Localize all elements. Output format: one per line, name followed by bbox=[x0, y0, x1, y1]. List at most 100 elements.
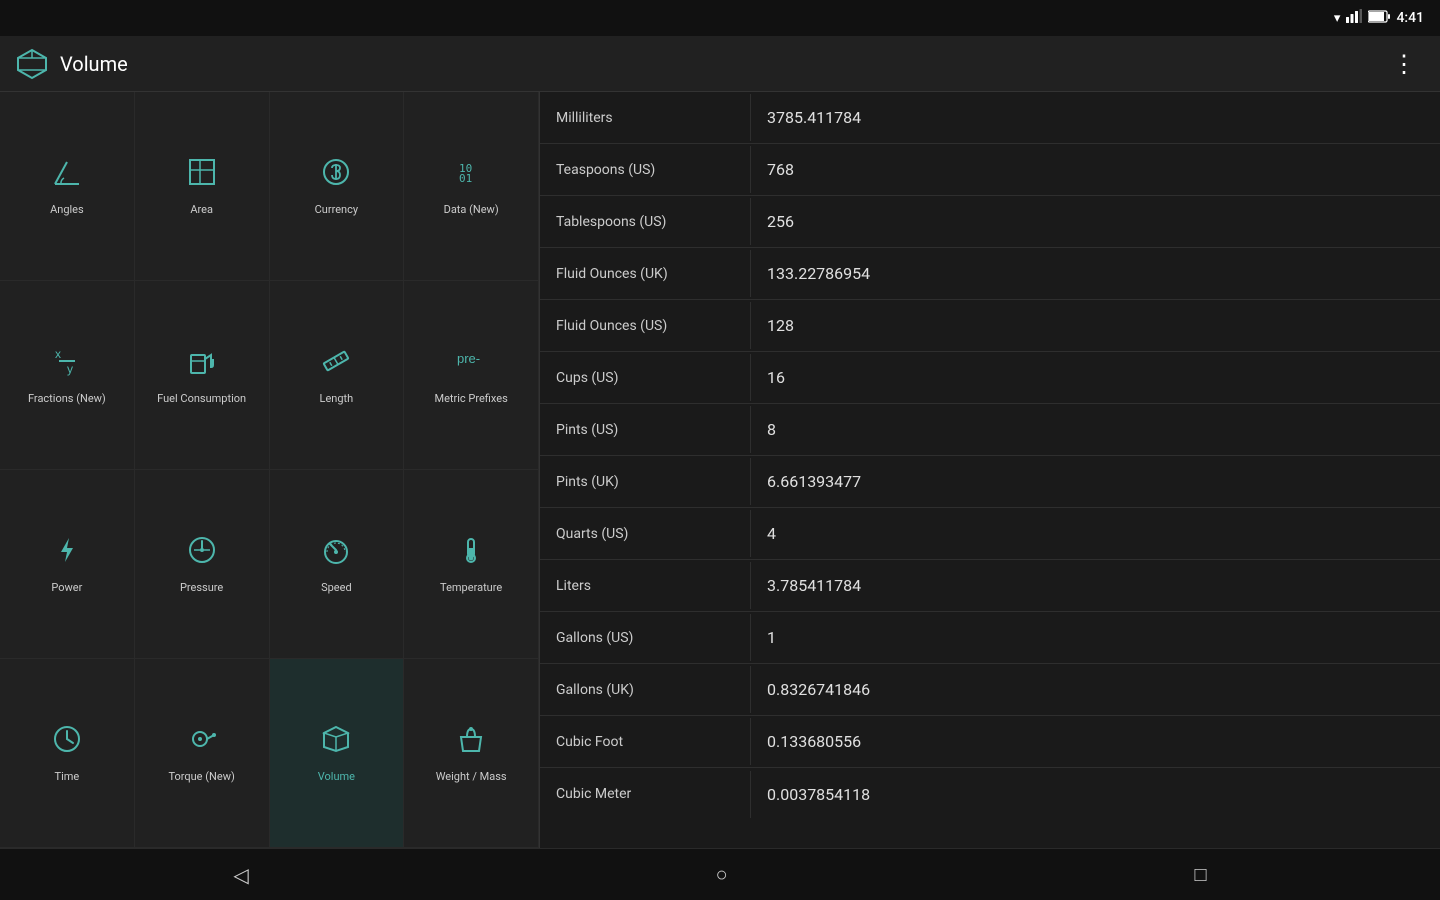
app-bar: Volume ⋮ bbox=[0, 36, 1440, 92]
volume-icon bbox=[320, 723, 352, 762]
sidebar-item-area[interactable]: Area bbox=[135, 92, 270, 281]
currency-label: Currency bbox=[315, 203, 358, 216]
time-label: Time bbox=[55, 770, 80, 783]
currency-icon bbox=[320, 156, 352, 195]
menu-button[interactable]: ⋮ bbox=[1384, 42, 1424, 86]
table-row[interactable]: Liters3.785411784 bbox=[540, 560, 1440, 612]
pressure-label: Pressure bbox=[180, 581, 223, 594]
power-label: Power bbox=[51, 581, 82, 594]
results-panel[interactable]: Milliliters3785.411784Teaspoons (US)768T… bbox=[540, 92, 1440, 848]
table-row[interactable]: Quarts (US)4 bbox=[540, 508, 1440, 560]
table-row[interactable]: Milliliters3785.411784 bbox=[540, 92, 1440, 144]
angles-label: Angles bbox=[50, 203, 84, 216]
conversion-label: Pints (US) bbox=[540, 408, 750, 452]
wifi-icon: ▾ bbox=[1334, 11, 1341, 26]
metric-icon: pre- bbox=[455, 345, 487, 384]
conversion-label: Quarts (US) bbox=[540, 512, 750, 556]
sidebar-item-fuel[interactable]: Fuel Consumption bbox=[135, 281, 270, 470]
sidebar-item-fractions[interactable]: x y Fractions (New) bbox=[0, 281, 135, 470]
speed-icon bbox=[320, 534, 352, 573]
conversion-label: Gallons (UK) bbox=[540, 668, 750, 712]
temperature-label: Temperature bbox=[440, 581, 502, 594]
table-row[interactable]: Pints (US)8 bbox=[540, 404, 1440, 456]
power-icon bbox=[51, 534, 83, 573]
fuel-label: Fuel Consumption bbox=[157, 392, 246, 405]
conversion-value: 8 bbox=[750, 406, 1440, 453]
table-row[interactable]: Pints (UK)6.661393477 bbox=[540, 456, 1440, 508]
home-button[interactable]: ○ bbox=[684, 854, 760, 895]
conversion-value: 16 bbox=[750, 354, 1440, 401]
table-row[interactable]: Cubic Meter0.0037854118 bbox=[540, 768, 1440, 820]
conversion-label: Liters bbox=[540, 564, 750, 608]
table-row[interactable]: Fluid Ounces (UK)133.22786954 bbox=[540, 248, 1440, 300]
status-bar: ▾ 4:41 bbox=[0, 0, 1440, 36]
conversion-value: 3785.411784 bbox=[750, 94, 1440, 141]
conversion-value: 768 bbox=[750, 146, 1440, 193]
table-row[interactable]: Tablespoons (US)256 bbox=[540, 196, 1440, 248]
sidebar-item-metric[interactable]: pre- Metric Prefixes bbox=[404, 281, 539, 470]
conversion-value: 4 bbox=[750, 510, 1440, 557]
sidebar-item-pressure[interactable]: Pressure bbox=[135, 470, 270, 659]
conversion-label: Pints (UK) bbox=[540, 460, 750, 504]
sidebar-item-time[interactable]: Time bbox=[0, 659, 135, 848]
length-label: Length bbox=[320, 392, 354, 405]
conversion-label: Milliliters bbox=[540, 96, 750, 140]
conversion-label: Fluid Ounces (US) bbox=[540, 304, 750, 348]
sidebar-item-power[interactable]: Power bbox=[0, 470, 135, 659]
time-icon bbox=[51, 723, 83, 762]
conversion-label: Cubic Foot bbox=[540, 720, 750, 764]
conversion-label: Gallons (US) bbox=[540, 616, 750, 660]
conversion-value: 3.785411784 bbox=[750, 562, 1440, 609]
conversion-label: Teaspoons (US) bbox=[540, 148, 750, 192]
area-icon bbox=[186, 156, 218, 195]
category-sidebar: Angles Area Currency bbox=[0, 92, 540, 848]
conversion-value: 0.133680556 bbox=[750, 718, 1440, 765]
torque-label: Torque (New) bbox=[168, 770, 234, 783]
metric-label: Metric Prefixes bbox=[434, 392, 507, 405]
conversion-label: Cubic Meter bbox=[540, 772, 750, 816]
weight-label: Weight / Mass bbox=[436, 770, 507, 783]
sidebar-item-data[interactable]: 10 01 Data (New) bbox=[404, 92, 539, 281]
svg-text:x: x bbox=[55, 347, 61, 361]
sidebar-item-torque[interactable]: Torque (New) bbox=[135, 659, 270, 848]
area-label: Area bbox=[190, 203, 213, 216]
sidebar-item-temperature[interactable]: Temperature bbox=[404, 470, 539, 659]
table-row[interactable]: Teaspoons (US)768 bbox=[540, 144, 1440, 196]
sidebar-item-length[interactable]: Length bbox=[270, 281, 405, 470]
conversion-value: 1 bbox=[750, 614, 1440, 661]
temperature-icon bbox=[455, 534, 487, 573]
back-button[interactable]: ◁ bbox=[201, 855, 280, 895]
conversion-value: 0.0037854118 bbox=[750, 771, 1440, 818]
table-row[interactable]: Cubic Foot0.133680556 bbox=[540, 716, 1440, 768]
battery-icon bbox=[1368, 10, 1390, 27]
table-row[interactable]: Fluid Ounces (US)128 bbox=[540, 300, 1440, 352]
angles-icon bbox=[51, 156, 83, 195]
data-icon: 10 01 bbox=[455, 156, 487, 195]
table-row[interactable]: Gallons (US)1 bbox=[540, 612, 1440, 664]
svg-text:01: 01 bbox=[459, 172, 472, 185]
fractions-icon: x y bbox=[51, 345, 83, 384]
app-logo bbox=[16, 48, 48, 80]
fuel-icon bbox=[186, 345, 218, 384]
sidebar-item-angles[interactable]: Angles bbox=[0, 92, 135, 281]
svg-text:pre-: pre- bbox=[457, 351, 480, 366]
sidebar-item-weight[interactable]: Weight / Mass bbox=[404, 659, 539, 848]
bottom-nav: ◁ ○ □ bbox=[0, 848, 1440, 900]
conversion-label: Tablespoons (US) bbox=[540, 200, 750, 244]
table-row[interactable]: Gallons (UK)0.8326741846 bbox=[540, 664, 1440, 716]
speed-label: Speed bbox=[321, 581, 352, 594]
sidebar-item-currency[interactable]: Currency bbox=[270, 92, 405, 281]
main-content: Angles Area Currency bbox=[0, 92, 1440, 848]
volume-label: Volume bbox=[318, 770, 355, 783]
length-icon bbox=[320, 345, 352, 384]
table-row[interactable]: Cups (US)16 bbox=[540, 352, 1440, 404]
status-time: 4:41 bbox=[1396, 10, 1424, 26]
conversion-value: 128 bbox=[750, 302, 1440, 349]
recent-button[interactable]: □ bbox=[1162, 854, 1238, 895]
data-label: Data (New) bbox=[444, 203, 499, 216]
page-title: Volume bbox=[60, 52, 1384, 76]
conversion-value: 256 bbox=[750, 198, 1440, 245]
weight-icon bbox=[455, 723, 487, 762]
sidebar-item-speed[interactable]: Speed bbox=[270, 470, 405, 659]
sidebar-item-volume[interactable]: Volume bbox=[270, 659, 405, 848]
